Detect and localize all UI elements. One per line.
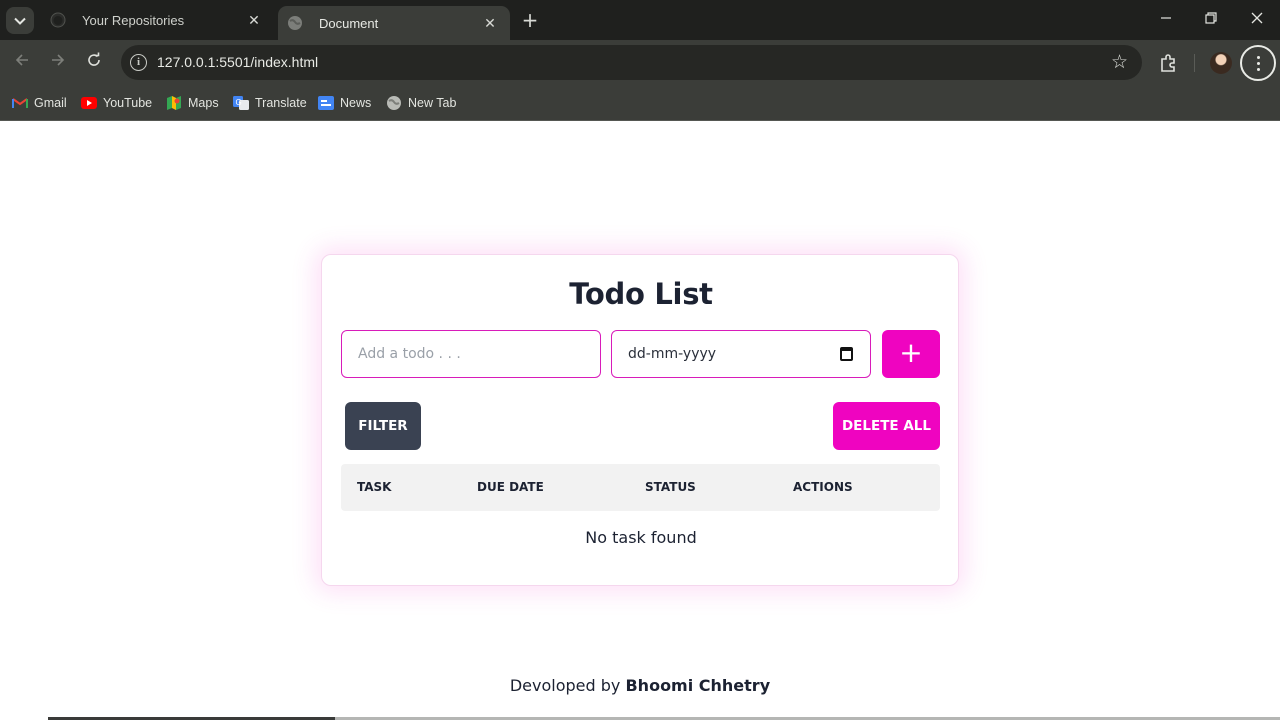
reload-button[interactable] xyxy=(82,51,106,75)
filter-button[interactable]: FILTER xyxy=(345,402,421,450)
restore-button[interactable] xyxy=(1199,8,1223,32)
svg-text:G: G xyxy=(236,98,242,107)
bookmark-star-icon[interactable]: ☆ xyxy=(1111,51,1128,73)
new-tab-button[interactable]: + xyxy=(520,10,540,30)
chevron-down-icon xyxy=(14,17,26,25)
column-header-status: STATUS xyxy=(645,480,696,494)
url-text[interactable]: 127.0.0.1:5501/index.html xyxy=(157,54,318,70)
due-date-input[interactable]: dd-mm-yyyy xyxy=(611,330,871,378)
browser-tab-strip: Your Repositories ✕ Document ✕ + xyxy=(0,0,1280,40)
footer-prefix: Devoloped by xyxy=(509,676,621,695)
close-icon[interactable]: ✕ xyxy=(246,12,262,28)
extensions-icon[interactable] xyxy=(1157,51,1181,75)
address-bar[interactable]: i 127.0.0.1:5501/index.html ☆ xyxy=(121,45,1142,80)
bookmark-news[interactable]: News xyxy=(318,92,371,114)
minimize-button[interactable] xyxy=(1154,8,1178,32)
arrow-left-icon xyxy=(15,54,28,66)
gmail-icon xyxy=(12,95,28,111)
reload-icon xyxy=(88,52,100,66)
globe-icon xyxy=(287,15,303,31)
tab-title: Document xyxy=(319,15,379,31)
tab-search-button[interactable] xyxy=(6,7,34,34)
column-header-task: TASK xyxy=(357,480,392,494)
toolbar-divider xyxy=(1194,54,1195,72)
bookmark-youtube[interactable]: YouTube xyxy=(81,92,152,114)
tab-title: Your Repositories xyxy=(82,12,185,28)
bookmark-new-tab[interactable]: New Tab xyxy=(386,92,456,114)
column-header-actions: ACTIONS xyxy=(793,480,853,494)
arrow-right-icon xyxy=(52,54,65,66)
bookmark-label: Gmail xyxy=(34,96,67,110)
todo-card: Todo List Add a todo . . . dd-mm-yyyy + … xyxy=(321,254,959,586)
empty-state-message: No task found xyxy=(585,528,697,547)
globe-icon xyxy=(386,95,402,111)
date-placeholder: dd-mm-yyyy xyxy=(628,346,717,362)
bookmark-label: New Tab xyxy=(408,96,457,110)
bookmark-gmail[interactable]: Gmail xyxy=(12,92,67,114)
window-close-button[interactable] xyxy=(1245,8,1269,32)
bookmark-translate[interactable]: G Translate xyxy=(233,92,307,114)
table-header: TASK DUE DATE STATUS ACTIONS xyxy=(341,464,940,511)
back-button[interactable] xyxy=(10,51,34,75)
browser-menu-button[interactable] xyxy=(1240,45,1276,81)
forward-button[interactable] xyxy=(46,51,70,75)
youtube-icon xyxy=(81,95,97,111)
maps-icon xyxy=(166,95,182,111)
bookmarks-bar: Gmail YouTube Maps G Translate News New … xyxy=(0,86,1280,121)
minimize-icon xyxy=(1161,17,1171,19)
bookmark-maps[interactable]: Maps xyxy=(166,92,219,114)
github-icon xyxy=(50,12,66,28)
close-icon xyxy=(1251,12,1263,24)
delete-all-button[interactable]: DELETE ALL xyxy=(833,402,940,450)
bookmark-label: Translate xyxy=(255,96,307,110)
calendar-icon[interactable] xyxy=(840,347,853,361)
footer: Devoloped by Bhoomi Chhetry xyxy=(0,676,1280,695)
browser-toolbar: i 127.0.0.1:5501/index.html ☆ xyxy=(0,40,1280,86)
profile-avatar[interactable] xyxy=(1210,52,1232,74)
close-icon[interactable]: ✕ xyxy=(482,15,498,31)
bookmark-label: YouTube xyxy=(103,96,153,110)
site-info-icon[interactable]: i xyxy=(130,54,147,71)
todo-input[interactable]: Add a todo . . . xyxy=(341,330,601,378)
news-icon xyxy=(318,95,334,111)
footer-author: Bhoomi Chhetry xyxy=(625,676,771,695)
column-header-due-date: DUE DATE xyxy=(477,480,544,494)
translate-icon: G xyxy=(233,95,249,111)
tab-your-repositories[interactable]: Your Repositories ✕ xyxy=(40,0,274,40)
restore-icon xyxy=(1205,12,1217,24)
tab-document[interactable]: Document ✕ xyxy=(278,6,510,40)
bookmark-label: Maps xyxy=(188,96,219,110)
bookmark-label: News xyxy=(340,96,372,110)
add-todo-button[interactable]: + xyxy=(882,330,940,378)
page-title: Todo List xyxy=(569,277,713,311)
